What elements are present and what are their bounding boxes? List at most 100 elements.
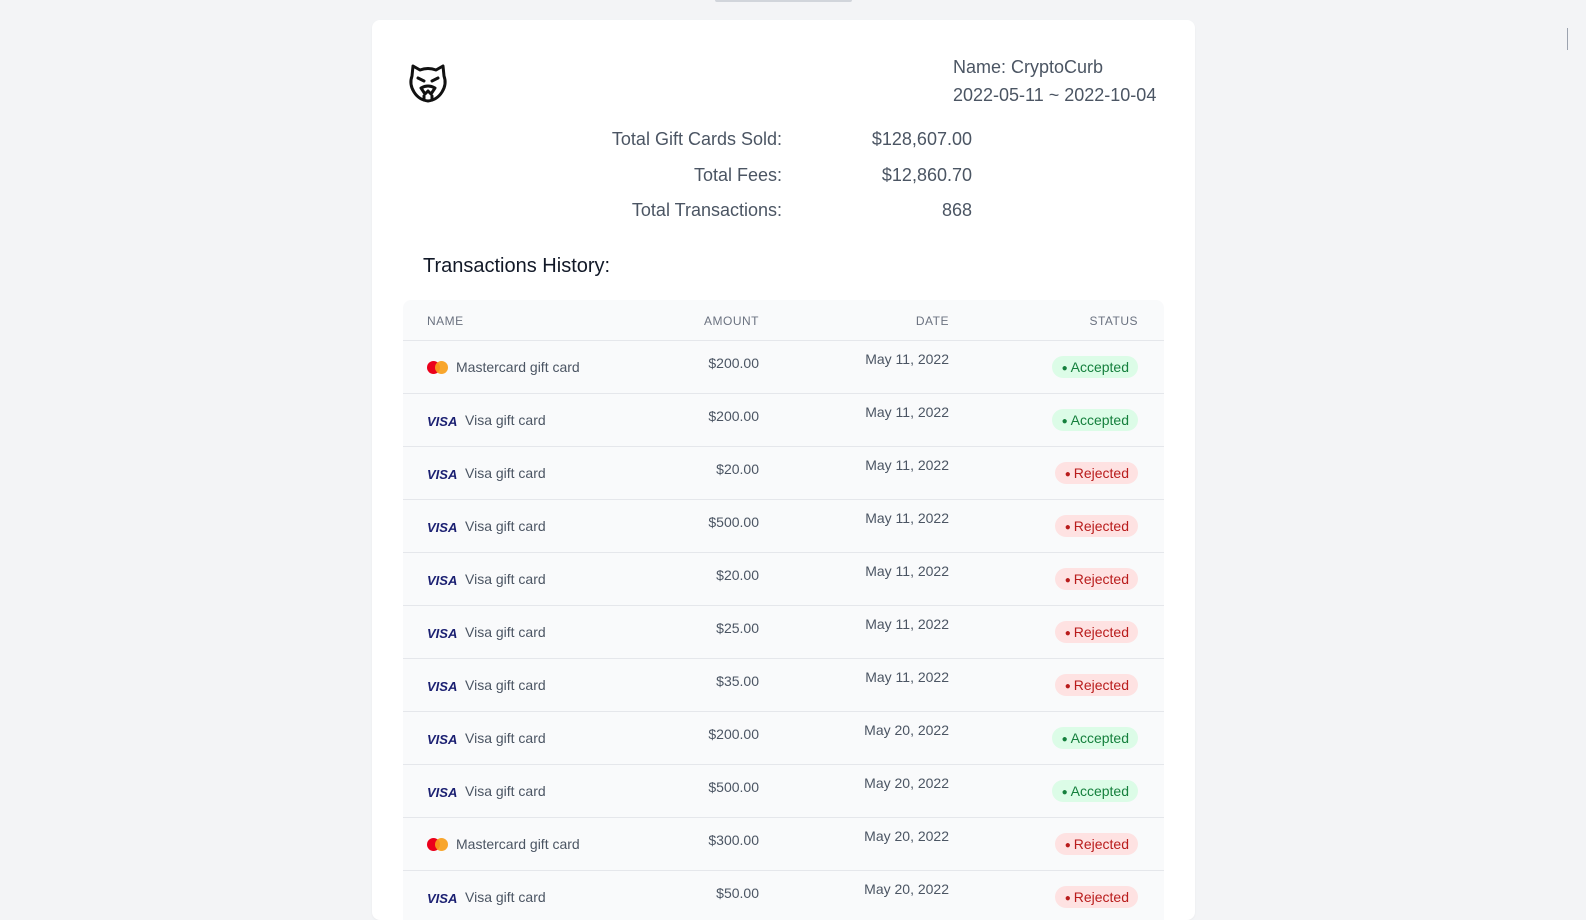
visa-logo-icon: VISA <box>427 890 458 906</box>
table-row[interactable]: VISA Visa gift card $20.00 May 11, 2022 ● Rej… <box>403 553 1164 606</box>
status-text: Accepted <box>1070 783 1129 799</box>
cell-date: May 11, 2022 <box>865 669 949 685</box>
visa-logo-icon: VISA <box>427 784 458 800</box>
cell-date: May 11, 2022 <box>865 563 949 579</box>
status-badge: ● Rejected <box>1054 621 1138 643</box>
table-row[interactable]: VISA Visa gift card $20.00 May 11, 2022 ● Rej… <box>403 447 1164 500</box>
transactions-history-title: Transactions History: <box>423 255 611 277</box>
status-text: Accepted <box>1070 730 1129 746</box>
cell-date: May 20, 2022 <box>864 828 949 844</box>
status-text: Rejected <box>1073 518 1129 534</box>
cell-date: May 11, 2022 <box>865 457 949 473</box>
status-text: Rejected <box>1073 571 1129 587</box>
summary-label: Total Fees: <box>693 164 782 185</box>
status-dot-icon: ● <box>1061 734 1068 745</box>
cell-amount: $200.00 <box>708 726 759 742</box>
status-badge: ● Accepted <box>1051 780 1138 802</box>
header-info: Name: CryptoCurb 2022-05-11 ~ 2022-10-04 <box>953 53 1156 109</box>
card-name: Visa gift card <box>465 571 546 587</box>
card-name: Visa gift card <box>465 624 546 640</box>
table-row[interactable]: VISA Visa gift card $500.00 May 20, 2022 ● Ac… <box>403 765 1164 818</box>
mastercard-logo-icon <box>427 360 448 374</box>
status-badge: ● Accepted <box>1051 409 1138 431</box>
status-text: Accepted <box>1070 359 1129 375</box>
cell-date: May 20, 2022 <box>864 775 949 791</box>
status-dot-icon: ● <box>1064 681 1071 692</box>
top-tab-handle <box>715 0 852 2</box>
status-text: Rejected <box>1073 677 1129 693</box>
visa-logo-icon: VISA <box>427 678 458 694</box>
cell-amount: $200.00 <box>708 408 759 424</box>
visa-logo-icon: VISA <box>427 466 458 482</box>
date-range: 2022-05-11 ~ 2022-10-04 <box>953 85 1157 105</box>
card-name: Visa gift card <box>465 677 546 693</box>
column-header-name: NAME <box>427 314 464 328</box>
cell-date: May 11, 2022 <box>865 404 949 420</box>
summary-value: $12,860.70 <box>881 164 972 185</box>
table-row[interactable]: VISA Visa gift card $500.00 May 11, 2022 ● Re… <box>403 500 1164 553</box>
status-text: Accepted <box>1070 412 1129 428</box>
cell-name: VISA Visa gift card <box>427 465 546 482</box>
cursor-mark <box>1567 28 1568 50</box>
card-name: Mastercard gift card <box>456 359 580 375</box>
status-badge: ● Rejected <box>1054 833 1138 855</box>
status-dot-icon: ● <box>1064 575 1071 586</box>
status-dot-icon: ● <box>1061 787 1068 798</box>
cell-amount: $25.00 <box>716 620 759 636</box>
cell-name: VISA Visa gift card <box>427 889 546 906</box>
cell-amount: $35.00 <box>716 673 759 689</box>
summary-row-total-sold: Total Gift Cards Sold: $128,607.00 <box>372 123 1195 159</box>
status-dot-icon: ● <box>1064 469 1071 480</box>
status-text: Rejected <box>1073 836 1129 852</box>
status-badge: ● Rejected <box>1054 674 1138 696</box>
cell-name: VISA Visa gift card <box>427 571 546 588</box>
cell-date: May 11, 2022 <box>865 510 949 526</box>
table-row[interactable]: Mastercard gift card $300.00 May 20, 2022 ●… <box>403 818 1164 871</box>
card-name: Visa gift card <box>465 465 546 481</box>
status-badge: ● Rejected <box>1054 462 1138 484</box>
summary-row-total-transactions: Total Transactions: 868 <box>372 194 1195 230</box>
status-dot-icon: ● <box>1064 840 1071 851</box>
transactions-table: NAME AMOUNT DATE STATUS Mastercard gift … <box>403 300 1164 920</box>
column-header-date: DATE <box>915 314 949 328</box>
table-row[interactable]: VISA Visa gift card $200.00 May 20, 2022 ● Ac… <box>403 712 1164 765</box>
visa-logo-icon: VISA <box>427 731 458 747</box>
status-badge: ● Rejected <box>1054 886 1138 908</box>
visa-logo-icon: VISA <box>427 625 458 641</box>
summary-label: Total Transactions: <box>631 200 782 220</box>
status-badge: ● Accepted <box>1051 356 1138 378</box>
table-row[interactable]: VISA Visa gift card $35.00 May 11, 2022 ● Rej… <box>403 659 1164 712</box>
card-name: Mastercard gift card <box>456 836 580 852</box>
status-text: Rejected <box>1073 624 1129 640</box>
cell-name: VISA Visa gift card <box>427 518 546 535</box>
cell-date: May 20, 2022 <box>864 881 949 897</box>
tiger-head-icon <box>409 64 447 103</box>
cell-name: Mastercard gift card <box>427 836 580 852</box>
summary-value: $128,607.00 <box>871 129 972 149</box>
column-header-amount: AMOUNT <box>704 314 759 328</box>
account-name: Name: CryptoCurb <box>953 57 1104 77</box>
table-row[interactable]: VISA Visa gift card $25.00 May 11, 2022 ● Rej… <box>403 606 1164 659</box>
status-badge: ● Accepted <box>1051 727 1138 749</box>
table-row[interactable]: VISA Visa gift card $50.00 May 20, 2022 ● Rej… <box>403 871 1164 920</box>
summary-value: 868 <box>941 200 972 220</box>
card-name: Visa gift card <box>465 889 546 905</box>
cell-amount: $300.00 <box>708 832 759 848</box>
card-name: Visa gift card <box>465 412 546 428</box>
cell-date: May 20, 2022 <box>864 722 949 738</box>
status-dot-icon: ● <box>1064 628 1071 639</box>
table-header: NAME AMOUNT DATE STATUS <box>403 300 1164 341</box>
visa-logo-icon: VISA <box>427 413 458 429</box>
cell-amount: $500.00 <box>708 779 759 795</box>
mastercard-logo-icon <box>427 837 448 851</box>
cell-date: May 11, 2022 <box>865 351 949 367</box>
status-dot-icon: ● <box>1061 416 1068 427</box>
card-name: Visa gift card <box>465 730 546 746</box>
status-text: Rejected <box>1073 889 1129 905</box>
cell-name: VISA Visa gift card <box>427 677 546 694</box>
summary-block: Total Gift Cards Sold: $128,607.00 Total… <box>372 123 1195 230</box>
summary-row-total-fees: Total Fees: $12,860.70 <box>372 159 1195 195</box>
table-row[interactable]: VISA Visa gift card $200.00 May 11, 2022 ● Ac… <box>403 394 1164 447</box>
cell-name: VISA Visa gift card <box>427 730 546 747</box>
table-row[interactable]: Mastercard gift card $200.00 May 11, 2022 ●… <box>403 341 1164 394</box>
